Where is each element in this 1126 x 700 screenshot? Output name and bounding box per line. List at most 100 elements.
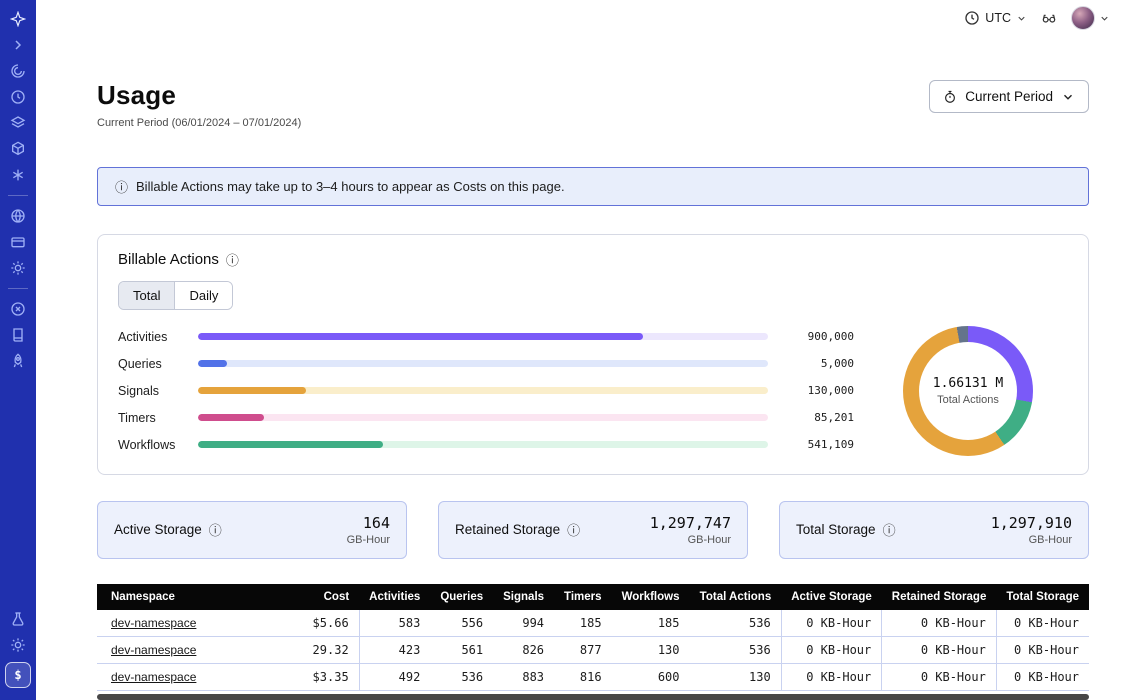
billable-actions-card: Billable Actions ⓘ Total Daily Activitie… [97, 234, 1089, 475]
billable-chart-area: Activities900,000Queries5,000Signals130,… [118, 326, 1068, 456]
storage-unit: GB-Hour [991, 534, 1072, 546]
donut-total-label: Total Actions [937, 394, 999, 406]
bar-track [198, 360, 768, 367]
billable-tabs: Total Daily [118, 281, 233, 310]
storage-card-label: Active Storageⓘ [114, 520, 222, 539]
timezone-selector[interactable]: UTC [964, 10, 1027, 26]
docs-icon[interactable] [9, 326, 27, 344]
info-icon: ⓘ [567, 520, 580, 539]
column-header: Namespace [97, 584, 297, 610]
bar-value: 900,000 [768, 330, 854, 343]
table-cell: 185 [554, 610, 612, 637]
bar-label: Timers [118, 411, 198, 425]
bar-track [198, 414, 768, 421]
table-cell: 423 [359, 636, 430, 663]
banner-text: Billable Actions may take up to 3–4 hour… [136, 179, 565, 194]
tab-daily[interactable]: Daily [174, 282, 232, 309]
storage-card: Active Storageⓘ 164GB-Hour [97, 501, 407, 559]
bar-label: Signals [118, 384, 198, 398]
billing-icon[interactable] [9, 233, 27, 251]
table-cell: 130 [612, 636, 690, 663]
table-cell: 29.32 [297, 636, 359, 663]
namespace-cell: dev-namespace [97, 663, 297, 690]
table-row: dev-namespace$3.354925368838166001300 KB… [97, 663, 1089, 690]
globe-icon[interactable] [9, 207, 27, 225]
storage-card: Total Storageⓘ1,297,910GB-Hour [779, 501, 1089, 559]
page-header: Usage Current Period (06/01/2024 – 07/01… [97, 80, 1089, 129]
page-title: Usage [97, 80, 301, 111]
timezone-label: UTC [985, 11, 1011, 25]
table-cell: 536 [690, 636, 782, 663]
table-cell: 600 [612, 663, 690, 690]
storage-card-value: 164GB-Hour [347, 514, 390, 546]
storage-value: 164 [347, 514, 390, 532]
page-content: Usage Current Period (06/01/2024 – 07/01… [36, 36, 1126, 700]
namespace-link[interactable]: dev-namespace [111, 643, 196, 657]
namespaces-icon[interactable] [9, 140, 27, 158]
column-header: Activities [359, 584, 430, 610]
temporal-logo-icon[interactable] [9, 10, 27, 28]
table-cell: $5.66 [297, 610, 359, 637]
topbar: UTC [36, 0, 1126, 36]
workflows-icon[interactable] [9, 62, 27, 80]
table-cell: 130 [690, 663, 782, 690]
namespace-cell: dev-namespace [97, 636, 297, 663]
table-cell: 816 [554, 663, 612, 690]
bar-track [198, 441, 768, 448]
info-icon: ⓘ [115, 177, 128, 196]
table-cell: 0 KB-Hour [781, 610, 882, 637]
bar-label: Workflows [118, 438, 198, 452]
column-header: Total Actions [690, 584, 782, 610]
profile-menu[interactable] [1071, 6, 1110, 30]
table-body: dev-namespace$5.665835569941851855360 KB… [97, 610, 1089, 691]
period-button-label: Current Period [965, 89, 1053, 104]
clock-icon [964, 10, 980, 26]
close-circle-icon[interactable] [9, 300, 27, 318]
usage-table: NamespaceCostActivitiesQueriesSignalsTim… [97, 584, 1089, 691]
sidebar-divider [8, 288, 28, 289]
rocket-icon[interactable] [9, 352, 27, 370]
table-cell: 877 [554, 636, 612, 663]
billable-title-text: Billable Actions [118, 251, 219, 268]
collapse-chevron-icon[interactable] [9, 36, 27, 54]
table-cell: 0 KB-Hour [781, 663, 882, 690]
table-row: dev-namespace$5.665835569941851855360 KB… [97, 610, 1089, 637]
usage-dollar-icon[interactable]: $ [5, 662, 31, 688]
sidebar-divider [8, 195, 28, 196]
tab-total[interactable]: Total [119, 282, 174, 309]
storage-card-label: Retained Storage ⓘ [455, 520, 580, 539]
glasses-icon[interactable] [1041, 10, 1057, 26]
table-cell: 0 KB-Hour [882, 610, 997, 637]
settings-gear-icon[interactable] [9, 259, 27, 277]
nexus-icon[interactable] [9, 166, 27, 184]
table-cell: 994 [493, 610, 554, 637]
table-cell: 0 KB-Hour [882, 663, 997, 690]
namespace-cell: dev-namespace [97, 610, 297, 637]
schedules-icon[interactable] [9, 88, 27, 106]
table-cell: 0 KB-Hour [996, 610, 1089, 637]
deployments-icon[interactable] [9, 114, 27, 132]
donut-chart: 1.66131 M Total Actions [868, 326, 1068, 456]
bar-label: Activities [118, 330, 198, 344]
table-cell: 536 [430, 663, 493, 690]
table-header-row: NamespaceCostActivitiesQueriesSignalsTim… [97, 584, 1089, 610]
namespace-link[interactable]: dev-namespace [111, 616, 196, 630]
bar-value: 5,000 [768, 357, 854, 370]
bar-label: Queries [118, 357, 198, 371]
bar-chart: Activities900,000Queries5,000Signals130,… [118, 330, 868, 452]
app-window: $ UTC Usage Current P [0, 0, 1126, 700]
storage-label-text: Retained Storage [455, 522, 560, 537]
storage-value: 1,297,747 [650, 514, 731, 532]
lab-flask-icon[interactable] [9, 610, 27, 628]
chevron-down-icon [1061, 90, 1075, 104]
donut-ring: 1.66131 M Total Actions [903, 326, 1033, 456]
table-cell: 492 [359, 663, 430, 690]
column-header: Total Storage [996, 584, 1089, 610]
period-selector-button[interactable]: Current Period [929, 80, 1089, 113]
table-cell: 583 [359, 610, 430, 637]
namespace-link[interactable]: dev-namespace [111, 670, 196, 684]
theme-sun-icon[interactable] [9, 636, 27, 654]
bar-track [198, 387, 768, 394]
horizontal-scrollbar[interactable] [97, 694, 1089, 700]
storage-label-text: Active Storage [114, 522, 202, 537]
